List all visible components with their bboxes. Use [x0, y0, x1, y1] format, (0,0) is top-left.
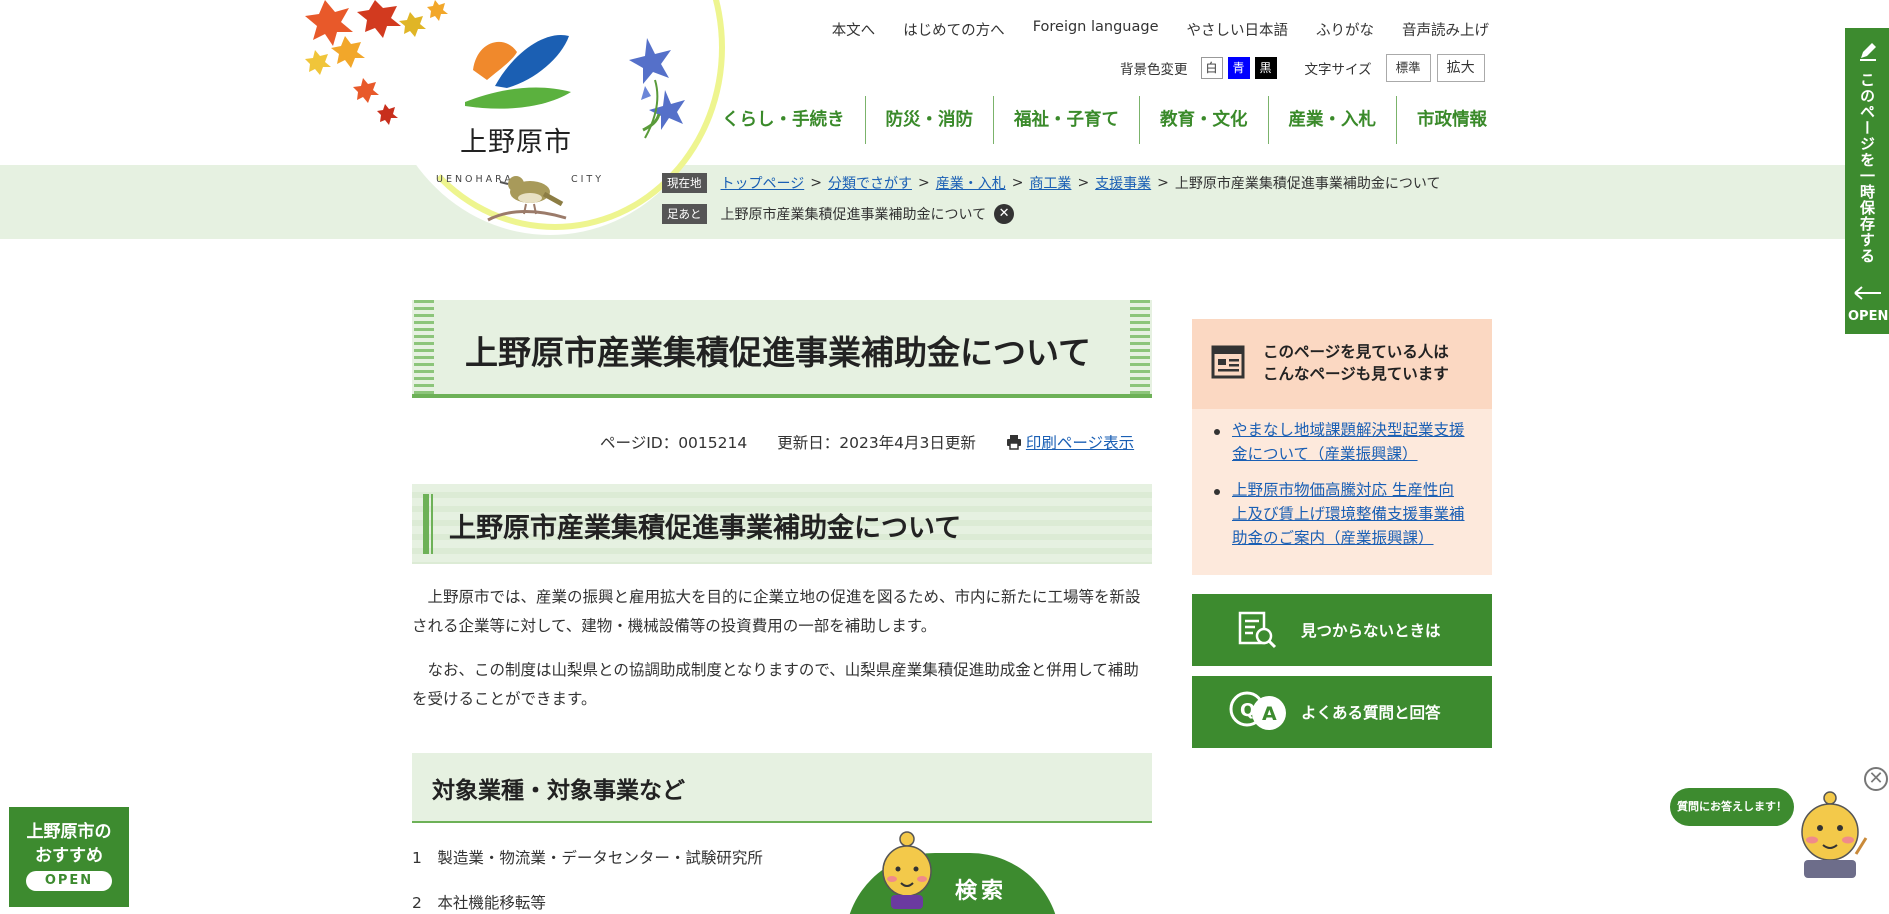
- util-link-first-visit[interactable]: はじめての方へ: [903, 19, 1005, 40]
- breadcrumb-current: 上野原市産業集積促進事業補助金について: [1174, 176, 1441, 192]
- page-title: 上野原市産業集積促進事業補助金について: [465, 333, 1092, 372]
- faq-label: よくある質問と回答: [1301, 704, 1441, 722]
- qa-bubble-icon: Q A: [1229, 691, 1286, 730]
- printer-icon: [1006, 435, 1021, 450]
- footprint-item[interactable]: 上野原市産業集積促進事業補助金について: [721, 204, 987, 224]
- bg-color-white-button[interactable]: 白: [1200, 57, 1223, 79]
- print-link-label[interactable]: 印刷ページ表示: [1026, 431, 1134, 453]
- nav-disaster-fire[interactable]: 防災・消防: [864, 96, 994, 144]
- webpage-icon: [1211, 345, 1245, 379]
- print-link[interactable]: 印刷ページ表示: [1006, 431, 1134, 453]
- not-found-label: 見つからないときは: [1301, 622, 1441, 640]
- nav-living-procedures[interactable]: くらし・手続き: [706, 96, 865, 144]
- save-page-text: このページを一時保存する: [1858, 72, 1876, 264]
- breadcrumb-link-commerce[interactable]: 商工業: [1029, 173, 1071, 193]
- breadcrumb-separator: >: [1011, 175, 1024, 191]
- recommend-title: 上野原市の おすすめ: [26, 822, 112, 866]
- related-pages-title: このページを見ている人は こんなページも見ています: [1263, 343, 1449, 383]
- chatbot-bubble[interactable]: 質問にお答えします！: [1670, 788, 1794, 826]
- svg-text:A: A: [1262, 703, 1277, 725]
- mascot-icon: [882, 831, 932, 909]
- subsection-heading-box: 対象業種・対象事業など: [412, 753, 1152, 823]
- util-link-text-to-speech[interactable]: 音声読み上げ: [1402, 19, 1489, 40]
- updated-date: 更新日：2023年4月3日更新: [777, 434, 976, 452]
- bullet-icon: [1214, 489, 1220, 495]
- utility-links: 本文へ はじめての方へ Foreign language やさしい日本語 ふりが…: [832, 19, 1489, 40]
- bg-color-label: 背景色変更: [1120, 62, 1188, 78]
- breadcrumb-link-support[interactable]: 支援事業: [1095, 173, 1151, 193]
- nav-education-culture[interactable]: 教育・文化: [1139, 96, 1268, 144]
- related-page-link[interactable]: 上野原市物価高騰対応 生産性向 上及び賃上げ環境整備支援事業補 助金のご案内（産…: [1232, 478, 1477, 550]
- pencil-icon: [1860, 43, 1876, 61]
- related-pages-header: このページを見ている人は こんなページも見ています: [1192, 319, 1492, 409]
- list-item: 2 本社機能移転等: [412, 894, 546, 912]
- city-logo-mark: [465, 34, 571, 109]
- page-meta: ページID：0015214 更新日：2023年4月3日更新 印刷ページ表示: [600, 431, 1134, 453]
- save-page-tab[interactable]: このページを一時保存する OPEN: [1845, 28, 1889, 334]
- arrow-left-icon: [1854, 286, 1881, 300]
- section-heading: 上野原市産業集積促進事業補助金について: [449, 513, 962, 544]
- font-size-large-button[interactable]: 拡大: [1436, 54, 1485, 82]
- page-title-box: 上野原市産業集積促進事業補助金について: [412, 300, 1152, 398]
- chatbot-mascot-icon[interactable]: [1790, 790, 1870, 882]
- related-page-link[interactable]: やまなし地域課題解決型起業支援 金について（産業振興課）: [1232, 418, 1477, 466]
- heading-accent-bar: [423, 494, 433, 554]
- list-item: 1 製造業・物流業・データセンター・試験研究所: [412, 849, 763, 867]
- font-size-label: 文字サイズ: [1304, 62, 1372, 78]
- section-heading-box: 上野原市産業集積促進事業補助金について: [412, 484, 1152, 564]
- recommend-panel-button[interactable]: 上野原市の おすすめ OPEN: [9, 807, 129, 907]
- breadcrumb-separator: >: [1157, 175, 1169, 191]
- accessibility-tools: 背景色変更 白 青 黒 文字サイズ 標準 拡大: [1120, 54, 1485, 82]
- city-logo-en-right: CITY: [571, 174, 605, 185]
- util-link-skip-to-content[interactable]: 本文へ: [832, 19, 876, 40]
- chatbot-close-icon[interactable]: ✕: [1864, 767, 1888, 791]
- bellflower-illustration: [629, 38, 685, 139]
- nav-industry-bidding[interactable]: 産業・入札: [1267, 96, 1397, 144]
- save-page-open-label: OPEN: [1848, 309, 1889, 324]
- not-found-button[interactable]: 見つからないときは: [1192, 594, 1492, 666]
- nav-welfare-childcare[interactable]: 福祉・子育て: [993, 96, 1139, 144]
- autumn-leaves-decoration: [305, 0, 448, 125]
- page-id: ページID：0015214: [600, 434, 748, 452]
- recommend-open-label: OPEN: [26, 871, 112, 891]
- body-paragraph-1: 上野原市では、産業の振興と雇用拡大を目的に企業立地の促進を図るため、市内に新たに…: [412, 588, 1141, 635]
- breadcrumb-separator: >: [917, 175, 930, 191]
- bg-color-blue-button[interactable]: 青: [1227, 57, 1250, 79]
- bullet-icon: [1214, 429, 1220, 435]
- util-link-furigana[interactable]: ふりがな: [1316, 19, 1374, 40]
- breadcrumb-separator: >: [810, 175, 822, 191]
- city-logo-name: 上野原市: [460, 127, 572, 158]
- util-link-easy-japanese[interactable]: やさしい日本語: [1187, 19, 1289, 40]
- footprint-close-icon[interactable]: ✕: [994, 204, 1015, 224]
- footprint-tag: 足あと: [662, 204, 707, 224]
- breadcrumb-link-top[interactable]: トップページ: [721, 173, 805, 193]
- font-size-standard-button[interactable]: 標準: [1385, 54, 1431, 82]
- util-link-foreign-language[interactable]: Foreign language: [1033, 19, 1159, 40]
- body-paragraph-2: なお、この制度は山梨県との協調助成制度となりますので、山梨県産業集積促進助成金と…: [412, 661, 1139, 708]
- title-stripes-left: [414, 300, 434, 394]
- breadcrumb: 現在地 トップページ > 分類でさがす > 産業・入札 > 商工業 > 支援事業…: [662, 173, 1441, 193]
- faq-button[interactable]: Q A よくある質問と回答: [1192, 676, 1492, 748]
- footprint-history: 足あと 上野原市産業集積促進事業補助金について ✕: [662, 204, 1015, 224]
- search-float-button[interactable]: 検索: [845, 831, 1060, 914]
- bird-illustration: [487, 176, 567, 222]
- subsection-heading: 対象業種・対象事業など: [432, 778, 685, 804]
- breadcrumb-tag: 現在地: [662, 173, 707, 193]
- breadcrumb-link-industry[interactable]: 産業・入札: [936, 173, 1006, 193]
- global-nav: くらし・手続き 防災・消防 福祉・子育て 教育・文化 産業・入札 市政情報: [706, 96, 1507, 144]
- nav-city-info[interactable]: 市政情報: [1396, 96, 1507, 144]
- related-pages-list: やまなし地域課題解決型起業支援 金について（産業振興課） 上野原市物価高騰対応 …: [1192, 409, 1492, 575]
- breadcrumb-link-category[interactable]: 分類でさがす: [828, 173, 912, 193]
- bg-color-black-button[interactable]: 黒: [1254, 57, 1277, 79]
- title-stripes-right: [1130, 300, 1150, 394]
- search-label: 検索: [955, 879, 1008, 904]
- search-document-icon: [1238, 611, 1277, 649]
- breadcrumb-separator: >: [1077, 175, 1090, 191]
